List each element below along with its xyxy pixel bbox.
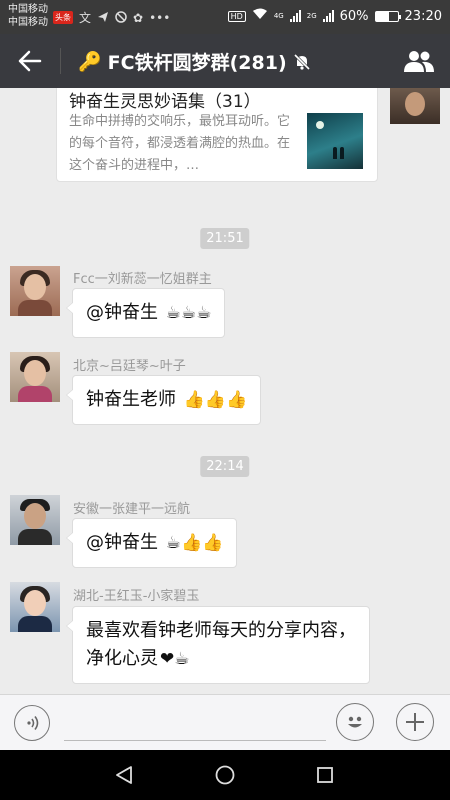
- timestamp: 21:51: [200, 228, 250, 249]
- status-bar: 中国移动 中国移动 头条 文 ✿ ••• HD 4G 2G 60% 23:20: [0, 0, 450, 34]
- chat-title: 🔑 FC铁杆圆梦群(281): [78, 48, 311, 75]
- message-bubble[interactable]: @钟奋生 ☕☕☕: [65, 288, 226, 338]
- message-bubble[interactable]: 钟奋生老师 👍👍👍: [65, 375, 262, 425]
- battery-percent: 60%: [339, 8, 369, 24]
- square-recents-icon: [317, 767, 333, 783]
- message-text-line-2: 净化心灵: [86, 648, 158, 669]
- more-notifications-icon: •••: [149, 10, 171, 25]
- carrier-1: 中国移动: [8, 4, 48, 15]
- battery-icon: [374, 10, 401, 22]
- mute-bell-icon: [293, 53, 310, 70]
- message-text-line-1: 最喜欢看钟老师每天的分享内容，: [86, 620, 356, 641]
- hd-icon: HD: [227, 10, 246, 22]
- sender-name: 安徽一张建平一远航: [73, 502, 191, 517]
- arrow-left-icon: [18, 50, 42, 72]
- more-functions-button[interactable]: [396, 703, 434, 741]
- plus-icon: [406, 713, 424, 731]
- people-icon: [404, 51, 434, 72]
- no-disturb-icon: [115, 8, 127, 27]
- thumbnail-moon: [316, 121, 324, 129]
- nav-back-button[interactable]: [110, 761, 138, 789]
- timestamp: 22:14: [200, 456, 250, 477]
- heart-coffee-emoji: ❤☕: [160, 649, 190, 669]
- carrier-2: 中国移动: [8, 17, 48, 28]
- triangle-back-icon: [116, 766, 132, 784]
- sender-name: 湖北-王红玉-小家碧玉: [73, 589, 200, 604]
- nav-home-button[interactable]: [211, 761, 239, 789]
- translate-icon: 文: [79, 11, 92, 25]
- notification-icons: 头条 文 ✿ •••: [53, 8, 170, 27]
- sender-name: 北京~吕廷琴~叶子: [73, 359, 186, 374]
- avatar[interactable]: [10, 582, 60, 632]
- avatar[interactable]: [10, 495, 60, 545]
- circle-home-icon: [215, 765, 235, 785]
- carrier-labels: 中国移动 中国移动: [8, 3, 48, 29]
- avatar[interactable]: [10, 352, 60, 402]
- title-divider: [60, 48, 61, 74]
- nav-recents-button[interactable]: [311, 761, 339, 789]
- my-avatar[interactable]: [390, 88, 440, 124]
- voice-icon: [27, 716, 39, 730]
- smiley-icon: [348, 716, 362, 728]
- status-right: HD 4G 2G 60% 23:20: [227, 8, 442, 24]
- signal-2-icon: [322, 10, 334, 22]
- shared-article-card[interactable]: 钟奋生灵思妙语集（31） 生命中拼搏的交响乐，最悦耳动听。它的每个音符，都浸透着…: [56, 88, 378, 182]
- telegram-icon: [97, 8, 109, 27]
- coffee-thumbs-emoji: ☕👍👍: [165, 533, 224, 553]
- coffee-emoji: ☕☕☕: [165, 303, 212, 323]
- shared-article-thumbnail: [307, 113, 363, 169]
- sender-name: Fcc一刘新蕊一忆姐群主: [73, 272, 212, 287]
- voice-input-button[interactable]: [14, 705, 50, 741]
- title-bar: 🔑 FC铁杆圆梦群(281): [0, 34, 450, 88]
- network-2-label: 2G: [306, 12, 317, 20]
- message-text: @钟奋生: [86, 532, 158, 553]
- thumbnail-figure: [333, 147, 337, 159]
- network-1-label: 4G: [273, 12, 284, 20]
- huawei-icon: ✿: [133, 10, 144, 25]
- input-bar: [0, 694, 450, 750]
- thumbnail-figure: [340, 147, 344, 159]
- avatar[interactable]: [10, 266, 60, 316]
- toutiao-app-icon: 头条: [53, 11, 73, 24]
- system-nav-bar: [0, 750, 450, 800]
- shared-article-description: 生命中拼搏的交响乐，最悦耳动听。它的每个音符，都浸透着满腔的热血。在这个奋斗的进…: [69, 114, 291, 173]
- key-icon: 🔑: [78, 51, 102, 73]
- thumbs-up-emoji: 👍👍👍: [183, 390, 248, 410]
- back-button[interactable]: [14, 45, 46, 77]
- message-bubble[interactable]: @钟奋生 ☕👍👍: [65, 518, 238, 568]
- clock: 23:20: [404, 8, 442, 24]
- message-input[interactable]: [64, 705, 326, 741]
- shared-article-title: 钟奋生灵思妙语集（31）: [69, 92, 261, 112]
- chat-area[interactable]: 钟奋生灵思妙语集（31） 生命中拼搏的交响乐，最悦耳动听。它的每个音符，都浸透着…: [0, 88, 450, 694]
- message-bubble[interactable]: 最喜欢看钟老师每天的分享内容， 净化心灵 ❤☕: [66, 606, 370, 684]
- emoji-button[interactable]: [336, 703, 374, 741]
- wifi-icon: [252, 8, 268, 24]
- group-members-button[interactable]: [402, 45, 436, 77]
- message-text: @钟奋生: [86, 302, 158, 323]
- signal-1-icon: [289, 10, 301, 22]
- message-text: 钟奋生老师: [86, 389, 176, 410]
- group-name: FC铁杆圆梦群(281): [107, 52, 287, 74]
- battery-fill: [375, 11, 389, 21]
